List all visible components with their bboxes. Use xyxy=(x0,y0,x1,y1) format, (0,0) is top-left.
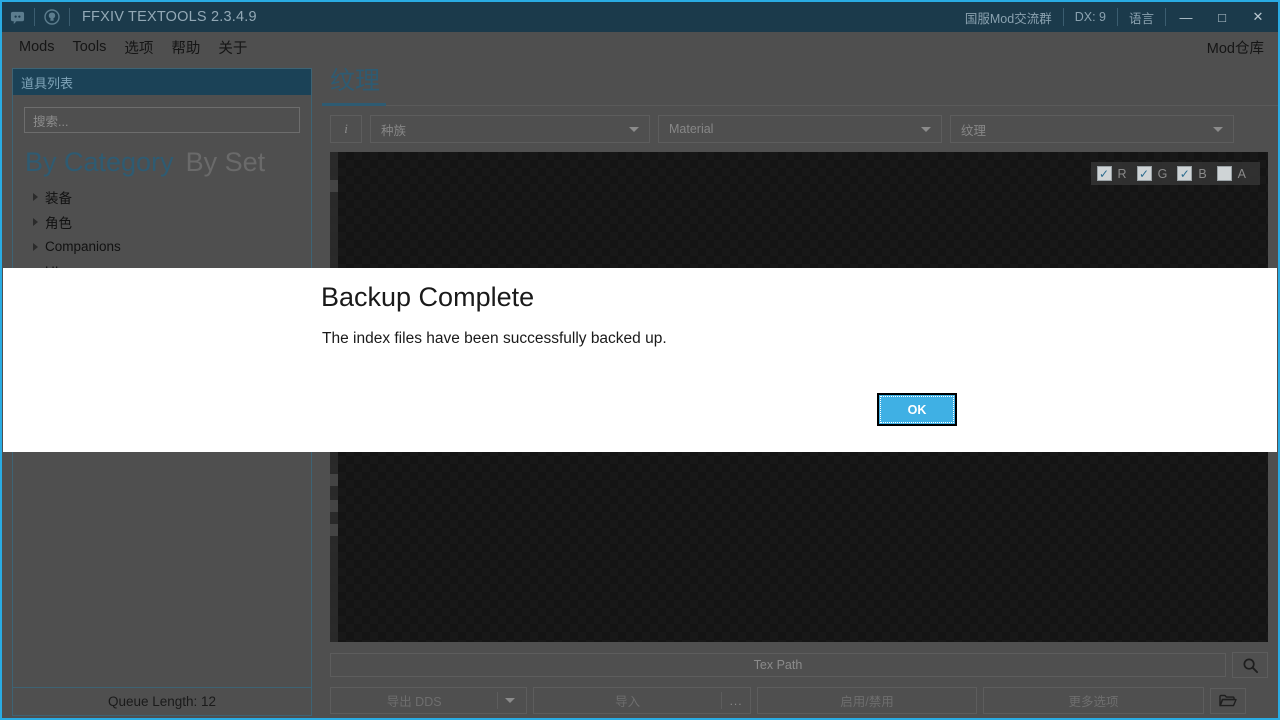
texture-toolbar: i 种族 Material 纹理 xyxy=(322,106,1278,152)
channel-label-r: R xyxy=(1117,166,1127,181)
backup-complete-dialog: Backup Complete The index files have bee… xyxy=(3,268,1277,452)
checkbox-channel-r[interactable]: ✓ xyxy=(1096,166,1112,181)
menu-item-tools[interactable]: Tools xyxy=(63,36,115,58)
chevron-down-icon xyxy=(921,126,931,132)
material-dropdown-value: Material xyxy=(669,122,714,136)
discord-icon[interactable] xyxy=(2,2,32,32)
tex-path-input[interactable]: Tex Path xyxy=(330,653,1226,677)
race-dropdown-value: 种族 xyxy=(381,123,407,138)
texture-dropdown-value: 纹理 xyxy=(961,123,987,138)
menu-item-help[interactable]: 帮助 xyxy=(162,34,209,61)
search-input[interactable]: 搜索... xyxy=(24,107,300,133)
chevron-right-icon[interactable] xyxy=(33,217,38,226)
chevron-down-icon xyxy=(629,126,639,132)
directx-version[interactable]: DX: 9 xyxy=(1066,2,1115,32)
application-window: FFXIV TEXTOOLS 2.3.4.9 国服Mod交流群 DX: 9 语言… xyxy=(0,0,1280,720)
chevron-right-icon[interactable] xyxy=(33,242,38,251)
github-icon[interactable] xyxy=(37,2,67,32)
main-tab-strip: 纹理 xyxy=(322,64,1278,106)
title-bar-right: 国服Mod交流群 DX: 9 语言 — □ ✕ xyxy=(956,2,1278,32)
more-options-button[interactable]: 更多选项 xyxy=(983,687,1204,714)
title-bar-divider xyxy=(34,8,35,26)
ok-button-label: OK xyxy=(907,402,927,417)
import-label: 导入 xyxy=(615,695,641,709)
tree-item-companions[interactable]: Companions xyxy=(13,234,311,259)
maximize-button[interactable]: □ xyxy=(1204,2,1240,32)
checkbox-channel-g[interactable]: ✓ xyxy=(1136,166,1152,181)
title-bar: FFXIV TEXTOOLS 2.3.4.9 国服Mod交流群 DX: 9 语言… xyxy=(2,2,1278,32)
item-list-header: 道具列表 xyxy=(13,69,311,95)
menu-bar: Mods Tools 选项 帮助 关于 Mod仓库 xyxy=(2,32,1278,62)
search-icon-button[interactable] xyxy=(1232,652,1268,678)
tree-item-label: 角色 xyxy=(45,215,72,231)
export-dropdown-button[interactable] xyxy=(498,688,526,713)
sidebar-tabs: By Category By Set xyxy=(25,147,311,178)
menu-item-mods[interactable]: Mods xyxy=(10,36,63,58)
viewport-scroll-marker-3 xyxy=(330,500,338,512)
texture-dropdown[interactable]: 纹理 xyxy=(950,115,1234,143)
language-menu[interactable]: 语言 xyxy=(1120,2,1163,32)
menu-item-about[interactable]: 关于 xyxy=(209,34,256,61)
app-title: FFXIV TEXTOOLS 2.3.4.9 xyxy=(82,9,257,25)
chevron-right-icon[interactable] xyxy=(33,192,38,201)
title-bar-divider-4 xyxy=(1116,8,1118,26)
title-bar-divider-5 xyxy=(1165,8,1166,26)
viewport-scroll-thumb[interactable] xyxy=(330,180,338,192)
close-button[interactable]: ✕ xyxy=(1240,2,1276,32)
tree-item-character[interactable]: 角色 xyxy=(13,209,311,234)
channel-label-g: G xyxy=(1157,166,1168,181)
export-dds-button[interactable]: 导出 DDS xyxy=(330,687,527,714)
channel-label-a: A xyxy=(1237,166,1246,181)
menu-item-options[interactable]: 选项 xyxy=(115,34,162,61)
checkbox-channel-a[interactable]: ✓ xyxy=(1216,166,1232,181)
channel-label-b: B xyxy=(1198,166,1207,181)
minimize-button[interactable]: — xyxy=(1168,2,1204,32)
title-bar-divider-2 xyxy=(69,8,70,26)
title-bar-divider-3 xyxy=(1062,8,1064,26)
action-button-row: 导出 DDS 导入 ... 启用/禁用 更多选项 xyxy=(330,687,1268,714)
import-button[interactable]: 导入 ... xyxy=(533,687,751,714)
folder-open-icon-button[interactable] xyxy=(1210,687,1246,714)
tab-by-category[interactable]: By Category xyxy=(25,147,174,178)
tab-texture[interactable]: 纹理 xyxy=(322,61,387,106)
tree-item-gear[interactable]: 装备 xyxy=(13,184,311,209)
chevron-down-icon xyxy=(505,698,516,703)
tex-path-row: Tex Path xyxy=(330,652,1268,678)
checkbox-channel-b[interactable]: ✓ xyxy=(1177,166,1193,181)
export-dds-label: 导出 DDS xyxy=(386,695,442,709)
mod-group-link[interactable]: 国服Mod交流群 xyxy=(956,2,1061,32)
mod-repository-label[interactable]: Mod仓库 xyxy=(1207,37,1278,58)
chevron-down-icon xyxy=(1213,126,1223,132)
material-dropdown[interactable]: Material xyxy=(658,115,942,143)
dialog-title: Backup Complete xyxy=(321,282,535,312)
info-icon-button[interactable]: i xyxy=(330,115,362,143)
viewport-scroll-marker-2 xyxy=(330,474,338,486)
tree-item-label: Companions xyxy=(45,239,121,254)
tab-by-set[interactable]: By Set xyxy=(186,147,266,178)
viewport-scroll-marker-4 xyxy=(330,524,338,536)
tree-item-label: 装备 xyxy=(45,190,72,206)
dialog-message: The index files have been successfully b… xyxy=(322,330,667,347)
import-options-button[interactable]: ... xyxy=(722,688,750,713)
channel-toggle-group: ✓ R ✓ G ✓ B ✓ A xyxy=(1090,162,1260,185)
enable-disable-button[interactable]: 启用/禁用 xyxy=(757,687,977,714)
race-dropdown[interactable]: 种族 xyxy=(370,115,650,143)
title-bar-left: FFXIV TEXTOOLS 2.3.4.9 xyxy=(2,2,257,32)
queue-length-status: Queue Length: 12 xyxy=(13,687,311,715)
ok-button[interactable]: OK xyxy=(877,393,957,426)
